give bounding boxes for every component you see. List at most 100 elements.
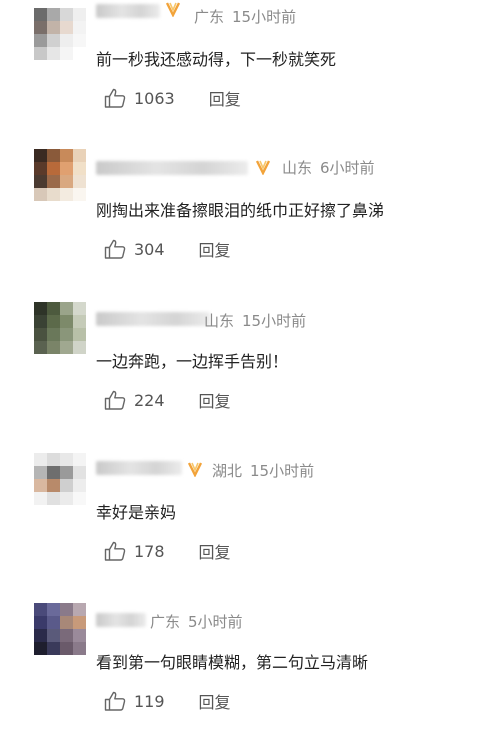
avatar-pixel [47, 302, 60, 315]
avatar-pixel [60, 479, 73, 492]
thumbs-up-icon [104, 390, 126, 410]
avatar-pixel [34, 629, 47, 642]
avatar-pixel [47, 149, 60, 162]
comment-text: 看到第一句眼睛模糊，第二句立马清晰 [96, 653, 369, 672]
thumbs-up-icon [104, 541, 126, 561]
avatar-pixel [60, 492, 73, 505]
reply-button[interactable]: 回复 [199, 689, 231, 713]
avatar-pixel [47, 492, 60, 505]
avatar-pixel [47, 188, 60, 201]
avatar-pixel [73, 341, 86, 354]
vip-badge-icon [256, 160, 270, 175]
comment-actions: 224 回复 [104, 388, 231, 412]
location: 广东 [194, 8, 225, 26]
avatar-pixel [60, 175, 73, 188]
avatar[interactable] [34, 603, 86, 655]
username-blurred[interactable] [96, 613, 146, 627]
avatar[interactable] [34, 453, 86, 505]
thumbs-up-icon [104, 239, 126, 259]
like-count: 178 [134, 541, 165, 561]
avatar-pixel [73, 328, 86, 341]
avatar-pixel [73, 21, 86, 34]
like-count: 119 [134, 691, 165, 711]
avatar-pixel [47, 328, 60, 341]
thumbs-up-icon [104, 691, 126, 711]
timestamp: 15小时前 [250, 462, 315, 480]
username-blurred[interactable] [96, 312, 210, 326]
avatar-pixel [47, 162, 60, 175]
avatar-pixel [60, 616, 73, 629]
comment-meta: 广东 15小时前 [194, 6, 304, 27]
like-button[interactable]: 119 [104, 691, 165, 711]
comment-item: 广东 5小时前 看到第一句眼睛模糊，第二句立马清晰 119 回复 [0, 603, 479, 754]
reply-button[interactable]: 回复 [199, 539, 231, 563]
thumbs-up-icon [104, 88, 126, 108]
like-button[interactable]: 224 [104, 390, 165, 410]
avatar-pixel [34, 466, 47, 479]
avatar-pixel [34, 328, 47, 341]
avatar-pixel [47, 315, 60, 328]
avatar-pixel [34, 149, 47, 162]
avatar-pixel [34, 8, 47, 21]
username-blurred[interactable] [96, 161, 248, 175]
avatar-pixel [47, 479, 60, 492]
avatar-pixel [60, 162, 73, 175]
comment-actions: 119 回复 [104, 689, 231, 713]
like-count: 224 [134, 390, 165, 410]
avatar-pixel [34, 34, 47, 47]
avatar-pixel [34, 341, 47, 354]
avatar-pixel [34, 175, 47, 188]
comment-meta: 广东 5小时前 [150, 611, 251, 632]
avatar-pixel [60, 328, 73, 341]
reply-button[interactable]: 回复 [209, 86, 241, 110]
avatar-pixel [34, 479, 47, 492]
avatar-pixel [73, 149, 86, 162]
avatar-pixel [73, 8, 86, 21]
like-button[interactable]: 1063 [104, 88, 175, 108]
avatar-pixel [34, 453, 47, 466]
avatar-pixel [60, 34, 73, 47]
comment-text: 一边奔跑，一边挥手告别！ [96, 352, 289, 371]
avatar-pixel [47, 175, 60, 188]
avatar-pixel [47, 21, 60, 34]
avatar-pixel [73, 466, 86, 479]
avatar-pixel [60, 315, 73, 328]
avatar-pixel [34, 642, 47, 655]
avatar-pixel [60, 603, 73, 616]
timestamp: 15小时前 [242, 312, 307, 330]
avatar-pixel [60, 341, 73, 354]
avatar-pixel [34, 302, 47, 315]
avatar-pixel [47, 466, 60, 479]
comment-text: 刚掏出来准备擦眼泪的纸巾正好擦了鼻涕 [96, 201, 385, 220]
avatar-pixel [60, 629, 73, 642]
avatar-pixel [60, 188, 73, 201]
avatar-pixel [34, 188, 47, 201]
timestamp: 6小时前 [320, 159, 375, 177]
avatar-pixel [34, 21, 47, 34]
avatar-pixel [60, 302, 73, 315]
avatar-pixel [73, 492, 86, 505]
like-count: 304 [134, 239, 165, 259]
like-button[interactable]: 178 [104, 541, 165, 561]
reply-button[interactable]: 回复 [199, 237, 231, 261]
avatar-pixel [73, 315, 86, 328]
avatar-pixel [47, 453, 60, 466]
like-button[interactable]: 304 [104, 239, 165, 259]
avatar-pixel [47, 629, 60, 642]
avatar-pixel [73, 616, 86, 629]
avatar-pixel [47, 642, 60, 655]
avatar-pixel [73, 603, 86, 616]
avatar[interactable] [34, 302, 86, 354]
like-count: 1063 [134, 88, 175, 108]
avatar-pixel [60, 47, 73, 60]
username-blurred[interactable] [96, 461, 182, 475]
comment-meta: 湖北 15小时前 [212, 460, 322, 481]
avatar-pixel [60, 149, 73, 162]
username-blurred[interactable] [96, 4, 160, 18]
reply-button[interactable]: 回复 [199, 388, 231, 412]
avatar-pixel [34, 162, 47, 175]
comment-text: 幸好是亲妈 [96, 503, 177, 522]
comment-meta: 山东 15小时前 [204, 310, 314, 331]
avatar[interactable] [34, 149, 86, 201]
avatar[interactable] [34, 8, 86, 60]
